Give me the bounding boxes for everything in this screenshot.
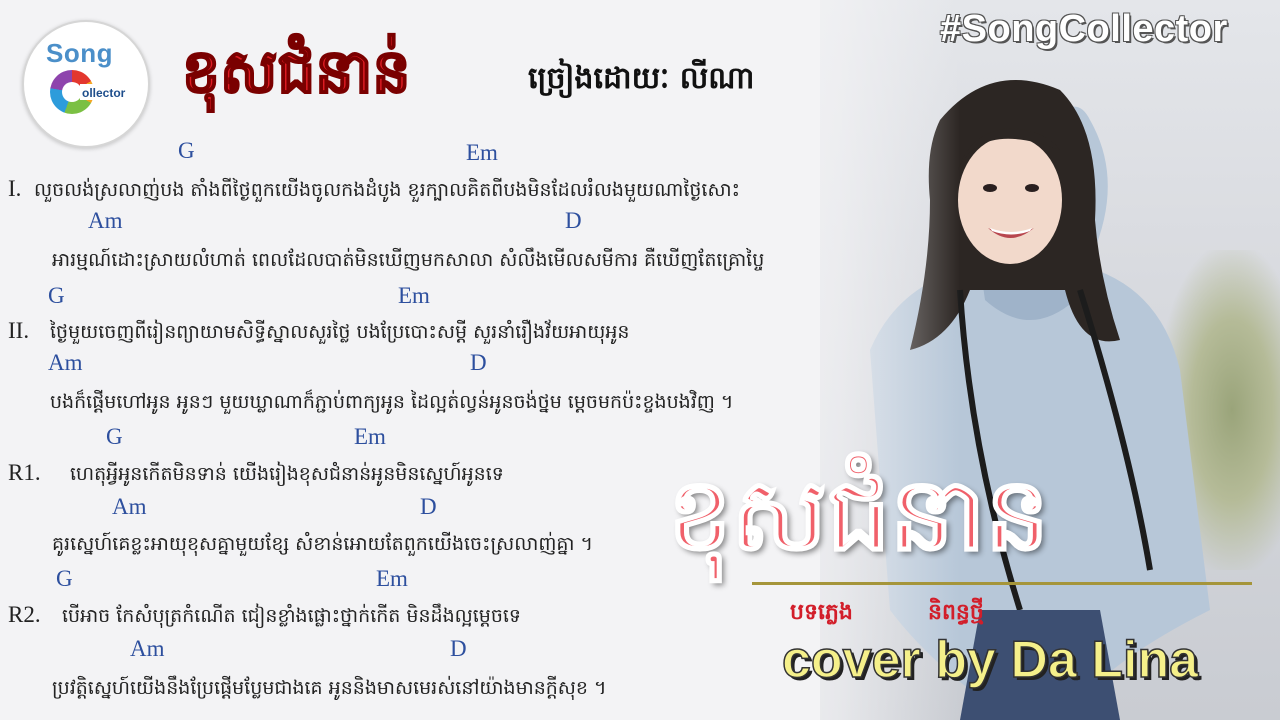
music-credit: បទភ្លេង — [790, 600, 853, 625]
song-collector-logo: Song ollector — [22, 20, 150, 148]
chord-label: Em — [376, 566, 408, 591]
chord-label: D — [450, 636, 467, 661]
chord-label: G — [48, 283, 65, 308]
chord-label: G — [178, 138, 195, 163]
chord-label: Em — [466, 140, 498, 165]
chord-label: Am — [112, 494, 147, 519]
chord-label: Em — [354, 424, 386, 449]
lyric-line: ថ្ងៃមួយចេញពីរៀនព្យាយាមសិទ្ធីស្នាលសួរថ្លៃ… — [50, 321, 630, 343]
chord-label: Em — [398, 283, 430, 308]
song-title: ខុសជំនាន់ — [181, 36, 412, 108]
logo-collector-text: ollector — [82, 86, 126, 100]
chord-label: G — [56, 566, 73, 591]
cover-by-text: cover by Da Lina — [781, 630, 1199, 690]
lyric-line: គូរស្នេហ៍គេខ្លះអាយុខុសគ្នាមួយខ្សែ សំខាន់… — [52, 533, 594, 555]
chord-label: Am — [48, 350, 83, 375]
chord-label: D — [470, 350, 487, 375]
section-label: R1. — [8, 460, 41, 485]
cover-title: ខុសជំនាន — [667, 455, 1050, 574]
title-divider — [752, 582, 1252, 585]
chord-label: D — [565, 208, 582, 233]
lyric-line: លួចលង់ស្រលាញ់បង តាំងពីថ្ងៃពួកយើងចូលកងដំប… — [34, 179, 740, 201]
lyrics-credit: និពន្ធថ្មី — [928, 600, 984, 625]
section-label: I. — [8, 176, 22, 201]
chord-label: G — [106, 424, 123, 449]
section-label: R2. — [8, 602, 41, 627]
section-label: II. — [8, 318, 30, 343]
hashtag-watermark: #SongCollector — [940, 8, 1228, 50]
chord-label: Am — [88, 208, 123, 233]
lyric-line: បងក៏ផ្ដើមហៅអូន អូនៗ មួយឃ្លាណាក៏ភ្ជាប់ពាក… — [50, 391, 734, 413]
lyric-line: ហេតុអ្វីអូនកើតមិនទាន់ យើងរៀងខុសជំនាន់អូន… — [70, 463, 504, 485]
chord-label: D — [420, 494, 437, 519]
lyric-line: បើអាច កែសំបុត្រកំណើត ជៀនខ្លាំងផ្លោះថ្នាក… — [62, 605, 521, 627]
singer-credit: ច្រៀងដោយៈ លីណា — [528, 61, 755, 96]
lyric-line: អារម្មណ៍ដោះស្រាយលំហាត់ ពេលដែលបាត់មិនឃើញម… — [52, 249, 765, 271]
lyric-line: ប្រវត្តិស្នេហ៍យើងនឹងប្រែផ្ដើមប្លែមជាងគេ … — [52, 677, 607, 699]
logo-song-text: Song — [46, 38, 113, 68]
chord-label: Am — [130, 636, 165, 661]
